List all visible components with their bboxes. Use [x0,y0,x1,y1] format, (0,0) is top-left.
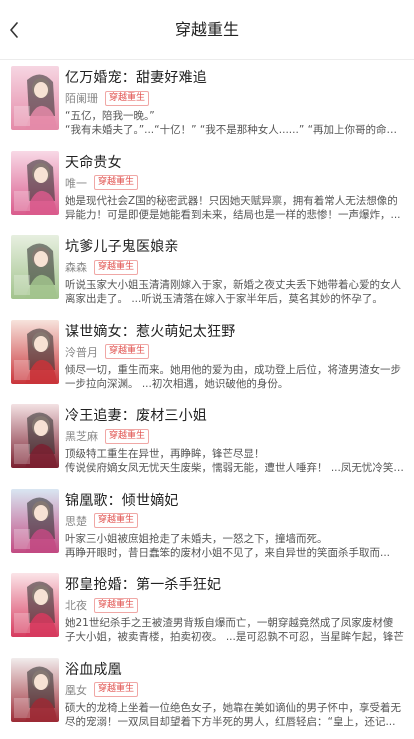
category-tag: 穿越重生 [94,175,139,190]
book-title[interactable]: 浴血成凰 [65,659,122,679]
book-description: 顶级特工重生在异世，再睁眸，锋芒尽显！ 传说侯府嫡女凤无忧天生废柴，懦弱无能，遭… [65,447,405,475]
book-title[interactable]: 锦凰歌：倾世嫡妃 [65,490,179,510]
category-tag: 穿越重生 [94,513,139,528]
book-title[interactable]: 亿万婚宠：甜妻好难追 [65,67,207,87]
book-cover-image[interactable] [11,319,59,384]
book-description-line: 倾尽一切，重生而来。她用他的爱为由，成功登上后位，将渣男渣女一步 [65,363,401,376]
book-description-line: 异能力！可是即便是她能看到未来，结局也是一样的悲惨！一声爆炸，... [65,208,401,221]
book-list-item[interactable]: 坑爹儿子鬼医娘亲 森森 穿越重生 听说玉家大小姐玉清清刚嫁入于家，新婚之夜丈夫丢… [0,229,414,314]
book-list-item[interactable]: 天命贵女 唯一 穿越重生 她是现代社会Z国的秘密武器！只因她天赋异禀，拥有着常人… [0,145,414,230]
book-cover-image[interactable] [11,235,59,299]
category-tag: 穿越重生 [105,428,150,444]
book-description: 她是现代社会Z国的秘密武器！只因她天赋异禀，拥有着常人无法想像的 异能力！可是即… [65,194,405,222]
book-author: 黑芝麻 [65,430,98,443]
book-list-item[interactable]: 冷王追妻：废材三小姐 黑芝麻 穿越重生 顶级特工重生在异世，再睁眸，锋芒尽显！ … [0,398,414,483]
book-meta: 思楚 穿越重生 [65,513,139,528]
book-title[interactable]: 天命贵女 [65,152,122,172]
book-author: 凰女 [65,683,87,697]
book-title[interactable]: 冷王追妻：废材三小姐 [65,405,207,425]
book-description-line: 她是现代社会Z国的秘密武器！只因她天赋异禀，拥有着常人无法想像的 [65,194,398,207]
book-description-line: 她21世纪杀手之王被渣男背叛自爆而亡，一朝穿越竟然成了凤家废材傻 [65,617,394,629]
book-meta: 森森 穿越重生 [65,259,139,275]
book-meta: 凰女 穿越重生 [65,682,139,697]
app-header: 穿越重生 [0,0,414,60]
book-author: 泠普月 [65,345,98,359]
category-tag: 穿越重生 [94,597,139,613]
book-description-line: 子大小姐，被卖青楼，拍卖初夜。 ...是可忍孰不可忍，当星眸乍起，锋芒 [65,631,404,643]
category-tag: 穿越重生 [105,90,150,106]
book-author: 思楚 [65,514,87,528]
book-description: “五亿，陪我一晚。” “我有未婚夫了。”...“十亿！” “我不是那种女人...… [65,109,405,137]
book-description-line: 传说侯府嫡女凤无忧天生废柴，懦弱无能，遭世人唾弃！ ...凤无忧冷笑，i [65,462,405,474]
book-description-line: 顶级特工重生在异世，再睁眸，锋芒尽显！ [65,448,265,460]
book-meta: 北夜 穿越重生 [65,597,139,613]
book-cover-image[interactable] [11,657,59,722]
book-cover-image[interactable] [11,150,59,215]
book-cover-image[interactable] [11,66,59,130]
book-author: 唯一 [65,176,87,190]
book-cover-image[interactable] [11,573,59,637]
book-list-item[interactable]: 亿万婚宠：甜妻好难追 陌阑珊 穿越重生 “五亿，陪我一晚。” “我有未婚夫了。”… [0,60,414,145]
book-description: 硕大的龙椅上坐着一位绝色女子，她靠在美如谪仙的男子怀中，享受着无 尽的宠溺！一双… [65,701,405,729]
book-description-line: “我有未婚夫了。”...“十亿！” “我不是那种女人......” “再加上你哥… [65,124,405,136]
book-description-line: 再睁开眼时，昔日蠢笨的废材小姐不见了，来自异世的笑面杀手取而... [65,546,391,559]
book-author: 森森 [65,261,87,274]
category-tag: 穿越重生 [94,259,139,275]
book-meta: 泠普月 穿越重生 [65,344,150,359]
book-description-line: 离家出走了。 ...听说玉清落在嫁入于家半年后，莫名其妙的怀孕了。 [65,293,383,305]
book-description-line: 硕大的龙椅上坐着一位绝色女子，她靠在美如谪仙的男子怀中，享受着无 [65,701,401,714]
book-meta: 陌阑珊 穿越重生 [65,90,150,106]
category-tag: 穿越重生 [94,682,139,697]
book-description-line: “五亿，陪我一晚。” [65,110,155,122]
book-list-item[interactable]: 邪皇抢婚：第一杀手狂妃 北夜 穿越重生 她21世纪杀手之王被渣男背叛自爆而亡，一… [0,567,414,652]
book-meta: 唯一 穿越重生 [65,175,139,190]
book-title[interactable]: 邪皇抢婚：第一杀手狂妃 [65,574,221,594]
book-description: 倾尽一切，重生而来。她用他的爱为由，成功登上后位，将渣男渣女一步 一步拉向深渊。… [65,363,405,391]
book-description-line: 一步拉向深渊。 ...初次相遇，她识破他的身份。 [65,377,289,390]
book-author: 陌阑珊 [65,92,98,105]
book-meta: 黑芝麻 穿越重生 [65,428,150,444]
book-cover-image[interactable] [11,488,59,553]
book-list-item[interactable]: 浴血成凰 凰女 穿越重生 硕大的龙椅上坐着一位绝色女子，她靠在美如谪仙的男子怀中… [0,652,414,737]
book-description: 她21世纪杀手之王被渣男背叛自爆而亡，一朝穿越竟然成了凤家废材傻 子大小姐，被卖… [65,616,405,644]
book-title[interactable]: 谋世嫡女：惹火萌妃太狂野 [65,321,235,341]
page-title: 穿越重生 [174,20,239,39]
category-tag: 穿越重生 [105,344,150,359]
book-author: 北夜 [65,599,87,612]
book-description-line: 叶家三小姐被庶姐抢走了未婚夫，一怒之下，撞墙而死。 [65,532,328,545]
book-description-line: 听说玉家大小姐玉清清刚嫁入于家，新婚之夜丈夫丢下她带着心爱的女人 [65,279,401,291]
book-list-item[interactable]: 谋世嫡女：惹火萌妃太狂野 泠普月 穿越重生 倾尽一切，重生而来。她用他的爱为由，… [0,314,414,399]
book-list-item[interactable]: 锦凰歌：倾世嫡妃 思楚 穿越重生 叶家三小姐被庶姐抢走了未婚夫，一怒之下，撞墙而… [0,483,414,568]
book-list: 亿万婚宠：甜妻好难追 陌阑珊 穿越重生 “五亿，陪我一晚。” “我有未婚夫了。”… [0,60,414,736]
book-description-line: 尽的宠溺！一双凤目却望着下方半死的男人，红唇轻启：“皇上，还记... [65,715,396,728]
book-cover-image[interactable] [11,404,59,468]
book-title[interactable]: 坑爹儿子鬼医娘亲 [65,236,179,256]
book-description: 听说玉家大小姐玉清清刚嫁入于家，新婚之夜丈夫丢下她带着心爱的女人 离家出走了。 … [65,278,405,306]
book-description: 叶家三小姐被庶姐抢走了未婚夫，一怒之下，撞墙而死。 再睁开眼时，昔日蠢笨的废材小… [65,532,405,560]
